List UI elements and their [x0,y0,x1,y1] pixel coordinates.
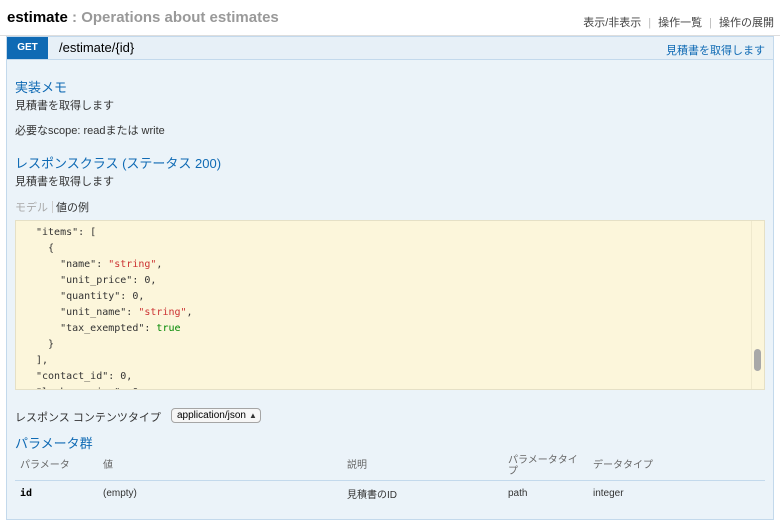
col-header-data-type: データタイプ [588,452,765,481]
col-header-parameter: パラメータ [15,452,98,481]
code-line: "name": "string", [36,257,764,273]
list-operations-link[interactable]: 操作一覧 [658,17,702,29]
toggle-visibility-link[interactable]: 表示/非表示 [583,17,641,29]
code-line: "unit_price": 0, [36,273,764,289]
code-text: , [186,307,193,318]
content-type-select[interactable]: application/json ▲︎ [171,408,261,423]
operation-path[interactable]: /estimate/{id} [59,40,134,55]
code-line: ], [36,353,764,369]
parameters-title: パラメータ群 [15,436,93,451]
code-line: { [36,241,764,257]
tab-model[interactable]: モデル [15,202,48,214]
operation-panel: GET /estimate/{id} 見積書を取得します 実装メモ 見積書を取得… [6,36,774,520]
select-arrows-icon: ▲︎ [249,411,257,420]
resource-actions: 表示/非表示 | 操作一覧 | 操作の展開 [583,14,774,30]
code-text: "name": [36,259,109,270]
impl-notes-scope: 必要なscope: readまたは write [15,125,165,137]
param-type: path [508,487,528,499]
param-description: 見積書のID [347,489,397,501]
code-line: "lock_version": 0 [36,385,764,389]
response-class-text: 見積書を取得します [15,176,114,188]
resource-name[interactable]: estimate [7,9,68,26]
parameters-header-row: パラメータ 値 説明 パラメータタイプ データタイプ [15,452,765,481]
impl-notes-text: 見積書を取得します [15,100,114,112]
http-method-badge[interactable]: GET [7,37,48,59]
code-text: { [36,243,55,254]
impl-notes-title: 実装メモ [15,80,68,95]
operation-summary[interactable]: 見積書を取得します [666,42,765,58]
code-text: , [156,259,163,270]
code-text: "items": [ [36,227,97,238]
operation-heading[interactable]: GET /estimate/{id} 見積書を取得します [7,37,773,60]
table-row: id (empty) 見積書のID path integer [15,480,765,506]
code-text: } [36,339,55,350]
col-header-description: 説明 [342,452,503,481]
code-line: "items": [ [36,225,764,241]
code-text: "unit_price": 0, [36,275,157,286]
code-string: "string" [138,307,187,318]
col-header-parameter-type: パラメータタイプ [503,452,588,481]
json-example: "items": [ { "name": "string", "unit_pri… [16,221,764,389]
model-tabs: モデル 値の例 [15,199,89,215]
code-text: "tax_exempted": [36,323,157,334]
code-text: "lock_version": 0 [36,387,138,389]
response-class-title: レスポンスクラス (ステータス 200) [15,156,222,171]
link-separator: | [709,17,712,29]
code-line: } [36,337,764,353]
content-type-selected: application/json [177,410,246,421]
tab-separator [52,201,53,213]
content-type-label: レスポンス コンテンツタイプ [15,412,161,424]
tab-example-value[interactable]: 値の例 [56,202,89,214]
code-text: "contact_id": 0, [36,371,133,382]
param-value-input[interactable]: (empty) [98,480,342,506]
code-line: "quantity": 0, [36,289,764,305]
parameters-table: パラメータ 値 説明 パラメータタイプ データタイプ id (empty) 見積… [15,452,765,506]
code-line: "tax_exempted": true [36,321,764,337]
code-text: "quantity": 0, [36,291,145,302]
param-name: id [20,487,33,499]
code-string: "string" [108,259,157,270]
code-keyword: true [156,323,181,334]
code-text: "unit_name": [36,307,139,318]
link-separator: | [648,17,652,29]
resource-title[interactable]: estimate : Operations about estimates [7,9,279,26]
param-data-type: integer [593,487,624,499]
resource-header: estimate : Operations about estimates 表示… [0,0,780,36]
code-text: ], [36,355,49,366]
code-line: "contact_id": 0, [36,369,764,385]
expand-operations-link[interactable]: 操作の展開 [719,17,774,29]
example-value-code[interactable]: "items": [ { "name": "string", "unit_pri… [15,220,765,390]
col-header-value: 値 [98,452,342,481]
code-scrollbar-thumb[interactable] [754,349,761,371]
code-line: "unit_name": "string", [36,305,764,321]
resource-description: : Operations about estimates [72,9,279,26]
